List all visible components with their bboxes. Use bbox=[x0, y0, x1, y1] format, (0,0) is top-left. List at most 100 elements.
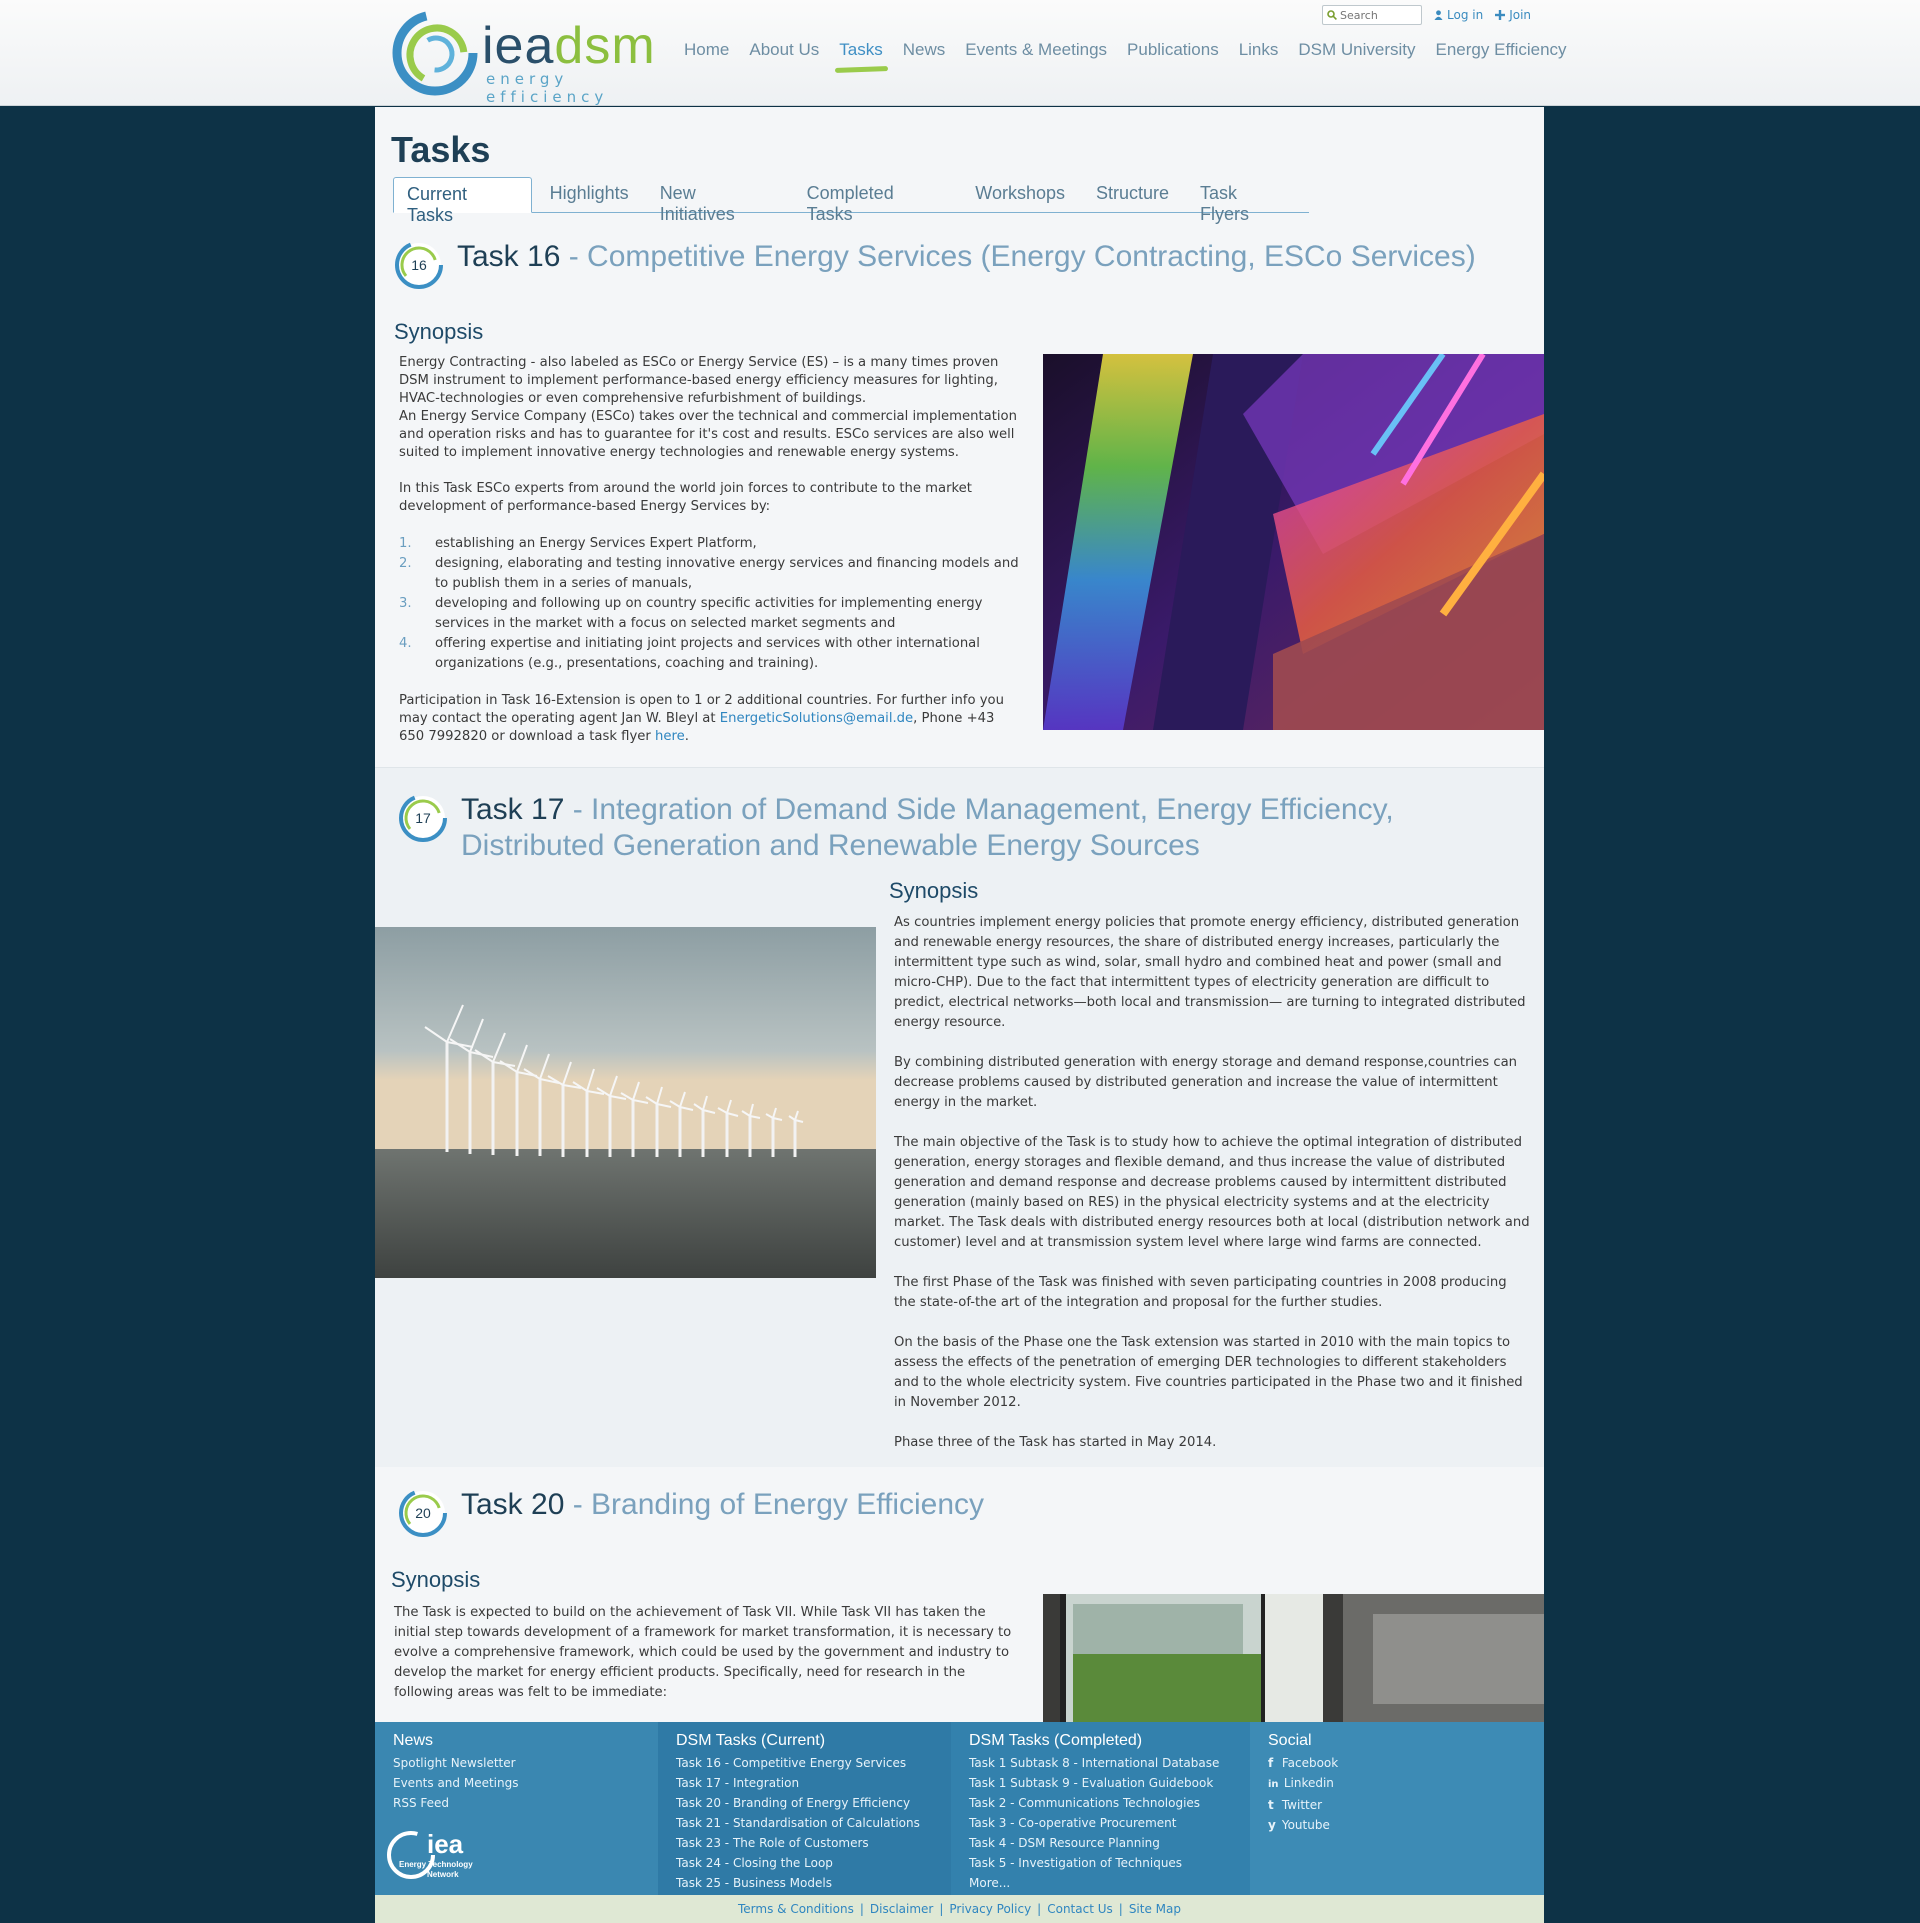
task-badge-icon: 20 bbox=[399, 1489, 447, 1537]
footer-link[interactable]: RSS Feed bbox=[393, 1793, 658, 1813]
svg-text:Energy Technology: Energy Technology bbox=[399, 1860, 473, 1869]
task-badge-number: 17 bbox=[415, 810, 431, 826]
twitter-link[interactable]: t Twitter bbox=[1268, 1795, 1544, 1815]
search-box[interactable] bbox=[1322, 5, 1422, 25]
footer-link[interactable]: Task 16 - Competitive Energy Services bbox=[676, 1753, 951, 1773]
footer-heading: DSM Tasks (Completed) bbox=[969, 1732, 1143, 1749]
synopsis-heading: Synopsis bbox=[394, 319, 484, 344]
nav-links[interactable]: Links bbox=[1239, 40, 1279, 60]
footer-legal-bar: Terms & Conditions | Disclaimer | Privacy … bbox=[375, 1895, 1544, 1923]
ieadsm-logo[interactable]: ieadsm energy efficiency bbox=[392, 10, 672, 106]
top-utility-bar: Log in Join bbox=[1322, 4, 1531, 26]
paragraph: An Energy Service Company (ESCo) takes o… bbox=[399, 409, 1017, 460]
facebook-icon: f bbox=[1268, 1756, 1274, 1770]
disclaimer-link[interactable]: Disclaimer bbox=[870, 1902, 933, 1916]
contact-us-link[interactable]: Contact Us bbox=[1047, 1902, 1113, 1916]
linkedin-link[interactable]: in Linkedin bbox=[1268, 1773, 1544, 1795]
objectives-list: 1. establishing an Energy Services Expert… bbox=[399, 534, 1019, 674]
terms-link[interactable]: Terms & Conditions bbox=[738, 1902, 854, 1916]
nav-dsm-university[interactable]: DSM University bbox=[1298, 40, 1415, 60]
task-badge-icon: 16 bbox=[395, 241, 443, 289]
footer-current-tasks-column: DSM Tasks (Current) Task 16 - Competitiv… bbox=[658, 1722, 951, 1895]
task-17-synopsis-text: As countries implement energy policies t… bbox=[894, 913, 1530, 1471]
nav-energy-efficiency[interactable]: Energy Efficiency bbox=[1436, 40, 1567, 60]
footer-link[interactable]: Task 25 - Business Models bbox=[676, 1873, 951, 1893]
logo-wordmark: ieadsm bbox=[482, 17, 656, 75]
list-item: 4. offering expertise and initiating join… bbox=[399, 636, 980, 671]
site-map-link[interactable]: Site Map bbox=[1129, 1902, 1181, 1916]
footer-link[interactable]: Task 24 - Closing the Loop bbox=[676, 1853, 951, 1873]
footer-link[interactable]: Task 3 - Co-operative Procurement bbox=[969, 1813, 1250, 1833]
list-item: 2. designing, elaborating and testing inn… bbox=[399, 556, 1019, 591]
footer-link[interactable]: Task 17 - Integration bbox=[676, 1773, 951, 1793]
nav-tasks[interactable]: Tasks bbox=[839, 40, 882, 60]
footer-link[interactable]: Task 5 - Investigation of Techniques bbox=[969, 1853, 1250, 1873]
paragraph: By combining distributed generation with… bbox=[894, 1055, 1518, 1110]
svg-text:Network: Network bbox=[427, 1870, 459, 1879]
synopsis-heading: Synopsis bbox=[391, 1567, 481, 1592]
nav-publications[interactable]: Publications bbox=[1127, 40, 1219, 60]
office-window-image bbox=[1043, 1594, 1544, 1722]
login-label: Log in bbox=[1447, 8, 1484, 22]
footer-link[interactable]: Task 1 Subtask 9 - Evaluation Guidebook bbox=[969, 1773, 1250, 1793]
footer-link[interactable]: Task 20 - Branding of Energy Efficiency bbox=[676, 1793, 951, 1813]
plus-icon bbox=[1495, 10, 1506, 20]
login-link[interactable]: Log in bbox=[1434, 8, 1483, 22]
footer-heading: News bbox=[393, 1732, 434, 1749]
email-link[interactable]: EnergeticSolutions@email.de bbox=[720, 711, 913, 726]
task-20-heading[interactable]: 20 Task 20 - Branding of Energy Efficien… bbox=[397, 1487, 984, 1539]
join-link[interactable]: Join bbox=[1495, 8, 1531, 22]
paragraph: Energy Contracting - also labeled as ESC… bbox=[399, 355, 999, 406]
facebook-link[interactable]: f Facebook bbox=[1268, 1753, 1544, 1773]
task-badge-number: 16 bbox=[411, 257, 427, 273]
join-label: Join bbox=[1509, 8, 1532, 22]
paragraph: In this Task ESCo experts from around th… bbox=[399, 481, 972, 514]
paragraph: On the basis of the Phase one the Task e… bbox=[894, 1335, 1523, 1410]
iea-etn-logo[interactable]: iea Energy Technology Network bbox=[387, 1827, 507, 1883]
paragraph: Phase three of the Task has started in M… bbox=[894, 1435, 1217, 1450]
task-badge-icon: 17 bbox=[399, 794, 447, 842]
privacy-policy-link[interactable]: Privacy Policy bbox=[949, 1902, 1031, 1916]
neon-building-image bbox=[1043, 354, 1544, 730]
footer-social-column: Social f Facebook in Linkedin t Twitter … bbox=[1250, 1722, 1544, 1895]
twitter-icon: t bbox=[1268, 1798, 1274, 1812]
paragraph: As countries implement energy policies t… bbox=[894, 915, 1526, 1030]
footer-completed-tasks-column: DSM Tasks (Completed) Task 1 Subtask 8 -… bbox=[951, 1722, 1250, 1895]
task-badge-number: 20 bbox=[415, 1505, 431, 1521]
site-header: ieadsm energy efficiency Log in Join Hom… bbox=[0, 0, 1920, 106]
task-16-synopsis-text: Energy Contracting - also labeled as ESC… bbox=[399, 354, 1019, 764]
task-title: Task 17 - Integration of Demand Side Man… bbox=[461, 793, 1394, 862]
footer-link[interactable]: Spotlight Newsletter bbox=[393, 1753, 658, 1773]
footer-link[interactable]: Task 1 Subtask 8 - International Databas… bbox=[969, 1753, 1250, 1773]
contact-paragraph: Participation in Task 16-Extension is op… bbox=[399, 693, 1004, 744]
task-16-heading[interactable]: 16 Task 16 - Competitive Energy Services… bbox=[393, 239, 1476, 291]
footer-link[interactable]: Task 4 - DSM Resource Planning bbox=[969, 1833, 1250, 1853]
linkedin-icon: in bbox=[1268, 1779, 1279, 1790]
footer-link[interactable]: Events and Meetings bbox=[393, 1773, 658, 1793]
footer-heading: Social bbox=[1268, 1732, 1312, 1749]
logo-subtitle: energy efficiency bbox=[486, 70, 609, 106]
footer-link[interactable]: Task 21 - Standardisation of Calculation… bbox=[676, 1813, 951, 1833]
youtube-link[interactable]: y Youtube bbox=[1268, 1815, 1544, 1835]
list-item: 3. developing and following up on country… bbox=[399, 596, 983, 631]
nav-home[interactable]: Home bbox=[684, 40, 729, 60]
flyer-link[interactable]: here bbox=[655, 729, 685, 744]
search-input[interactable] bbox=[1340, 8, 1418, 22]
footer-link[interactable]: Task 2 - Communications Technologies bbox=[969, 1793, 1250, 1813]
footer-more-link[interactable]: More... bbox=[969, 1873, 1250, 1893]
wind-turbines-image bbox=[375, 927, 876, 1278]
nav-about-us[interactable]: About Us bbox=[749, 40, 819, 60]
paragraph: The main objective of the Task is to stu… bbox=[894, 1135, 1530, 1250]
paragraph: The Task is expected to build on the ach… bbox=[394, 1605, 1012, 1700]
task-17-heading[interactable]: 17 Task 17 - Integration of Demand Side … bbox=[397, 792, 1421, 864]
footer-link[interactable]: Task 23 - The Role of Customers bbox=[676, 1833, 951, 1853]
list-item: 1. establishing an Energy Services Expert… bbox=[399, 536, 757, 551]
search-icon bbox=[1327, 10, 1337, 20]
nav-events-meetings[interactable]: Events & Meetings bbox=[965, 40, 1107, 60]
footer-heading: DSM Tasks (Current) bbox=[676, 1732, 826, 1749]
youtube-icon: y bbox=[1268, 1818, 1276, 1832]
ieadsm-swirl-icon bbox=[392, 10, 478, 96]
paragraph: The first Phase of the Task was finished… bbox=[894, 1275, 1507, 1310]
nav-news[interactable]: News bbox=[903, 40, 946, 60]
user-icon bbox=[1434, 10, 1443, 20]
